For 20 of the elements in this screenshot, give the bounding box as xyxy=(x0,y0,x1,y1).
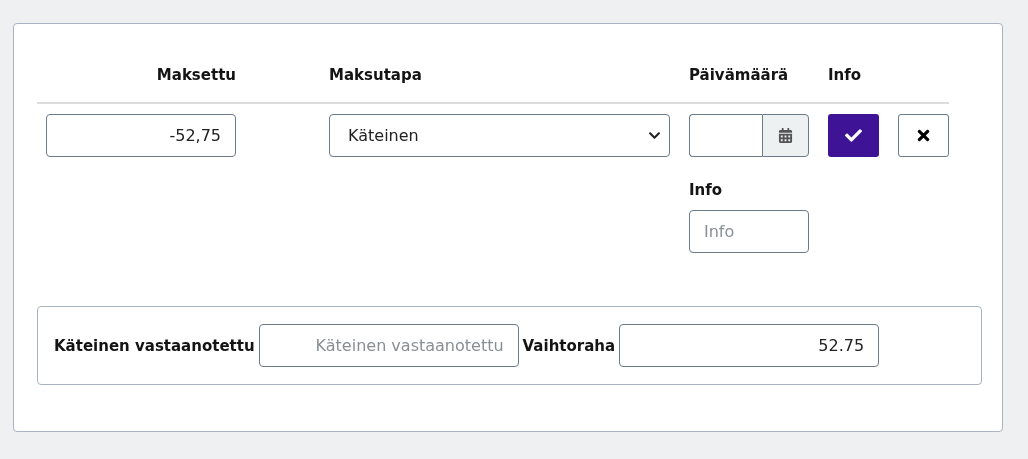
field-label: Käteinen vastaanotettu xyxy=(54,336,255,355)
column-header: Päivämäärä xyxy=(689,66,789,84)
change-field[interactable]: 52.75 xyxy=(619,324,880,367)
amount-field[interactable]: -52,75 xyxy=(46,114,236,157)
field-label: Vaihtoraha xyxy=(522,336,616,355)
chevron-icon xyxy=(648,129,661,142)
column-header: Info xyxy=(828,66,862,84)
calendar-icon xyxy=(778,128,793,143)
delete-button[interactable] xyxy=(898,114,949,157)
column-header: Maksettu xyxy=(155,66,236,84)
info-field[interactable]: Info xyxy=(689,210,809,253)
confirm-button[interactable] xyxy=(828,114,879,157)
calendar-button[interactable] xyxy=(762,114,809,157)
field-label: Info xyxy=(689,181,724,199)
check-icon xyxy=(845,127,862,144)
close-icon xyxy=(915,127,932,144)
date-field[interactable] xyxy=(689,114,762,157)
cash-received-field[interactable]: Käteinen vastaanotettu xyxy=(258,324,519,367)
column-header: Maksutapa xyxy=(329,66,422,84)
payment-method-select[interactable]: Käteinen xyxy=(329,114,670,157)
